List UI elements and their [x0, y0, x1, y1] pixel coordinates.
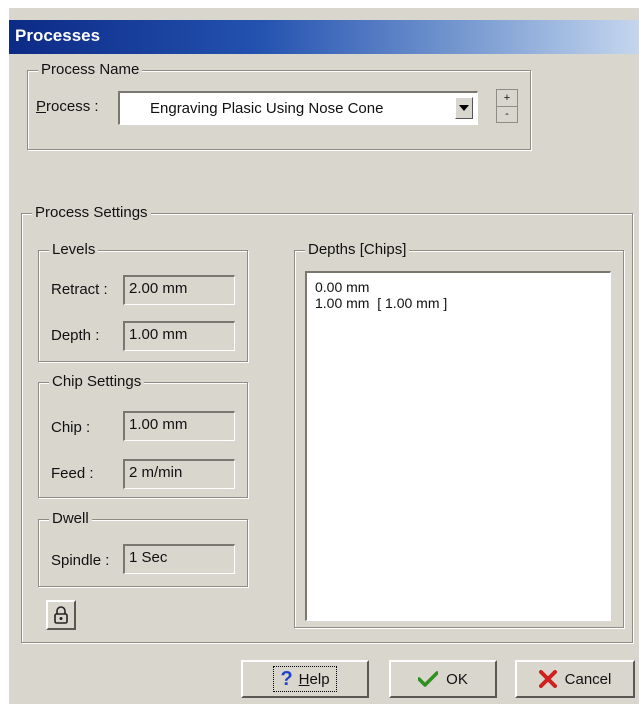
- help-button-focus: ? Help: [273, 666, 337, 692]
- dwell-group: Dwell Spindle : 1 Sec: [38, 510, 248, 587]
- process-label: Process :: [36, 98, 99, 115]
- retract-field: 2.00 mm: [123, 275, 235, 305]
- processes-dialog: Processes Process Name Process : Engravi…: [9, 8, 639, 704]
- spindle-label: Spindle :: [51, 552, 110, 569]
- help-button-text: elp: [309, 670, 330, 688]
- ok-button[interactable]: OK: [389, 660, 497, 698]
- levels-legend: Levels: [49, 241, 99, 259]
- depths-listbox[interactable]: 0.00 mm 1.00 mm [ 1.00 mm ]: [305, 271, 611, 621]
- process-spin-buttons[interactable]: + -: [496, 89, 518, 123]
- depth-label: Depth :: [51, 327, 100, 344]
- window-title: Processes: [15, 26, 101, 45]
- list-item[interactable]: 0.00 mm: [315, 279, 610, 295]
- process-name-group: Process Name Process : Engraving Plasic …: [27, 61, 531, 150]
- depth-field: 1.00 mm: [123, 321, 235, 351]
- help-button[interactable]: ? Help: [241, 660, 369, 698]
- feed-label: Feed :: [51, 465, 94, 482]
- depths-group: Depths [Chips] 0.00 mm 1.00 mm [ 1.00 mm…: [294, 241, 624, 628]
- depths-legend: Depths [Chips]: [305, 241, 410, 259]
- chip-settings-legend: Chip Settings: [49, 373, 145, 391]
- chip-field: 1.00 mm: [123, 411, 235, 441]
- dwell-legend: Dwell: [49, 510, 92, 528]
- cancel-button-label: Cancel: [564, 670, 612, 688]
- help-button-accelerator: H: [298, 670, 310, 688]
- process-label-text: rocess :: [46, 98, 99, 115]
- process-dropdown-button[interactable]: [455, 97, 473, 119]
- retract-label: Retract :: [51, 281, 108, 298]
- spin-up-icon[interactable]: +: [497, 90, 517, 107]
- spin-down-icon[interactable]: -: [497, 106, 517, 122]
- process-settings-legend: Process Settings: [32, 204, 151, 222]
- levels-group: Levels Retract : 2.00 mm Depth : 1.00 mm: [38, 241, 248, 362]
- title-bar: Processes: [9, 20, 639, 54]
- checkmark-icon: [418, 671, 439, 687]
- lock-icon: [54, 606, 68, 624]
- chevron-down-icon: [459, 104, 469, 111]
- cancel-button[interactable]: Cancel: [515, 660, 635, 698]
- tool-button[interactable]: [46, 600, 76, 630]
- chip-settings-group: Chip Settings Chip : 1.00 mm Feed : 2 m/…: [38, 373, 248, 498]
- x-icon: [538, 670, 557, 688]
- list-item[interactable]: 1.00 mm [ 1.00 mm ]: [315, 295, 610, 311]
- spindle-field: 1 Sec: [123, 544, 235, 574]
- process-settings-group: Process Settings Levels Retract : 2.00 m…: [21, 204, 633, 643]
- process-combobox[interactable]: Engraving Plasic Using Nose Cone: [118, 91, 478, 125]
- feed-field: 2 m/min: [123, 459, 235, 489]
- process-name-legend: Process Name: [38, 61, 143, 79]
- ok-button-label: OK: [446, 670, 468, 688]
- process-combobox-value: Engraving Plasic Using Nose Cone: [150, 100, 384, 117]
- question-icon: ?: [280, 668, 293, 690]
- help-button-label: Help: [299, 671, 330, 688]
- chip-label: Chip :: [51, 419, 91, 436]
- process-label-accelerator: P: [36, 98, 47, 115]
